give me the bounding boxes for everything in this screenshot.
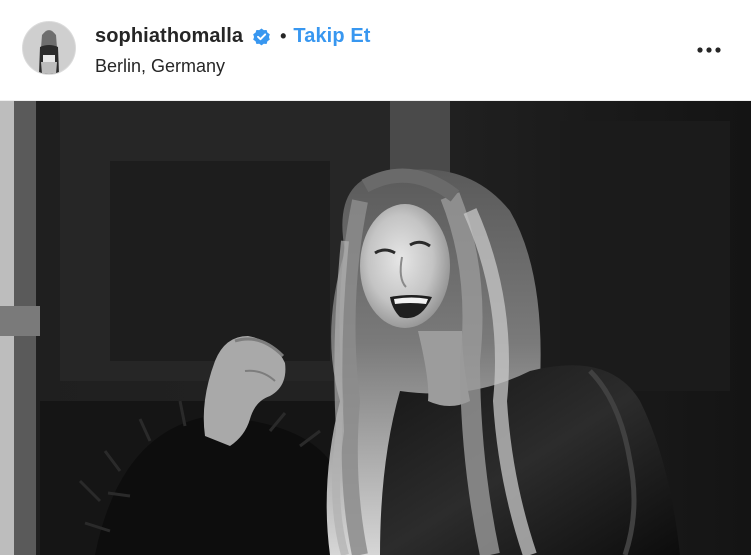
more-options-icon [697,47,721,53]
more-options-button[interactable] [691,36,727,64]
location-link[interactable]: Berlin, Germany [95,56,371,77]
username-link[interactable]: sophiathomalla [95,25,243,48]
photo-image [0,101,751,555]
avatar[interactable] [23,22,75,74]
name-row: sophiathomalla • Takip Et [95,22,371,50]
verified-badge-icon [251,26,272,47]
follow-button[interactable]: Takip Et [293,25,370,48]
profile-photo-icon [23,22,75,74]
instagram-post: sophiathomalla • Takip Et Berlin, German… [0,0,751,555]
post-header: sophiathomalla • Takip Et Berlin, German… [0,0,751,101]
post-photo[interactable] [0,101,751,555]
separator-dot: • [280,25,287,46]
header-text: sophiathomalla • Takip Et Berlin, German… [95,22,371,77]
